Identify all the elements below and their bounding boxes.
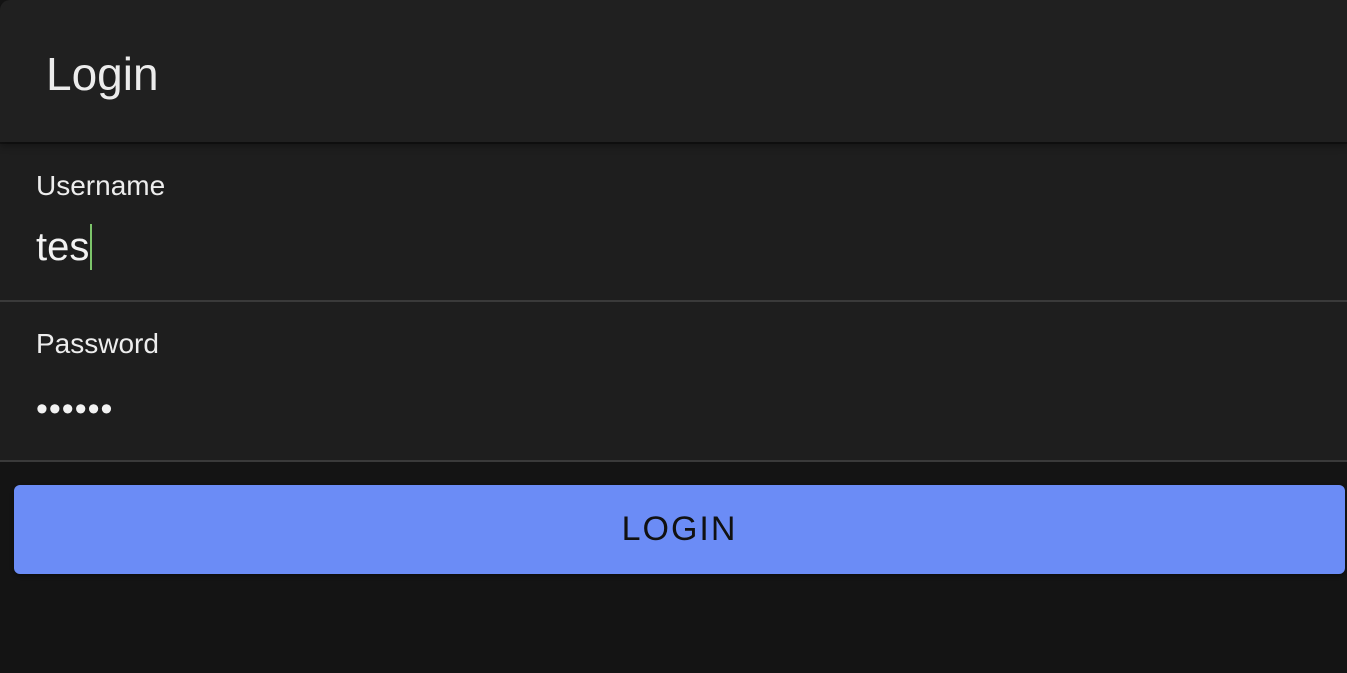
- password-label: Password: [36, 328, 159, 359]
- password-input[interactable]: ••••••: [36, 386, 113, 432]
- username-input[interactable]: tes: [36, 224, 93, 270]
- text-caret: [90, 224, 93, 270]
- username-label: Username: [36, 170, 166, 201]
- page-title: Login: [46, 48, 159, 100]
- login-card: Login Username tes Password •••••• LOGIN: [0, 0, 1347, 673]
- username-value: tes: [36, 225, 90, 269]
- login-header: Login: [0, 0, 1347, 142]
- username-field[interactable]: Username tes: [0, 144, 1347, 302]
- password-field[interactable]: Password ••••••: [0, 302, 1347, 462]
- login-button[interactable]: LOGIN: [14, 485, 1345, 574]
